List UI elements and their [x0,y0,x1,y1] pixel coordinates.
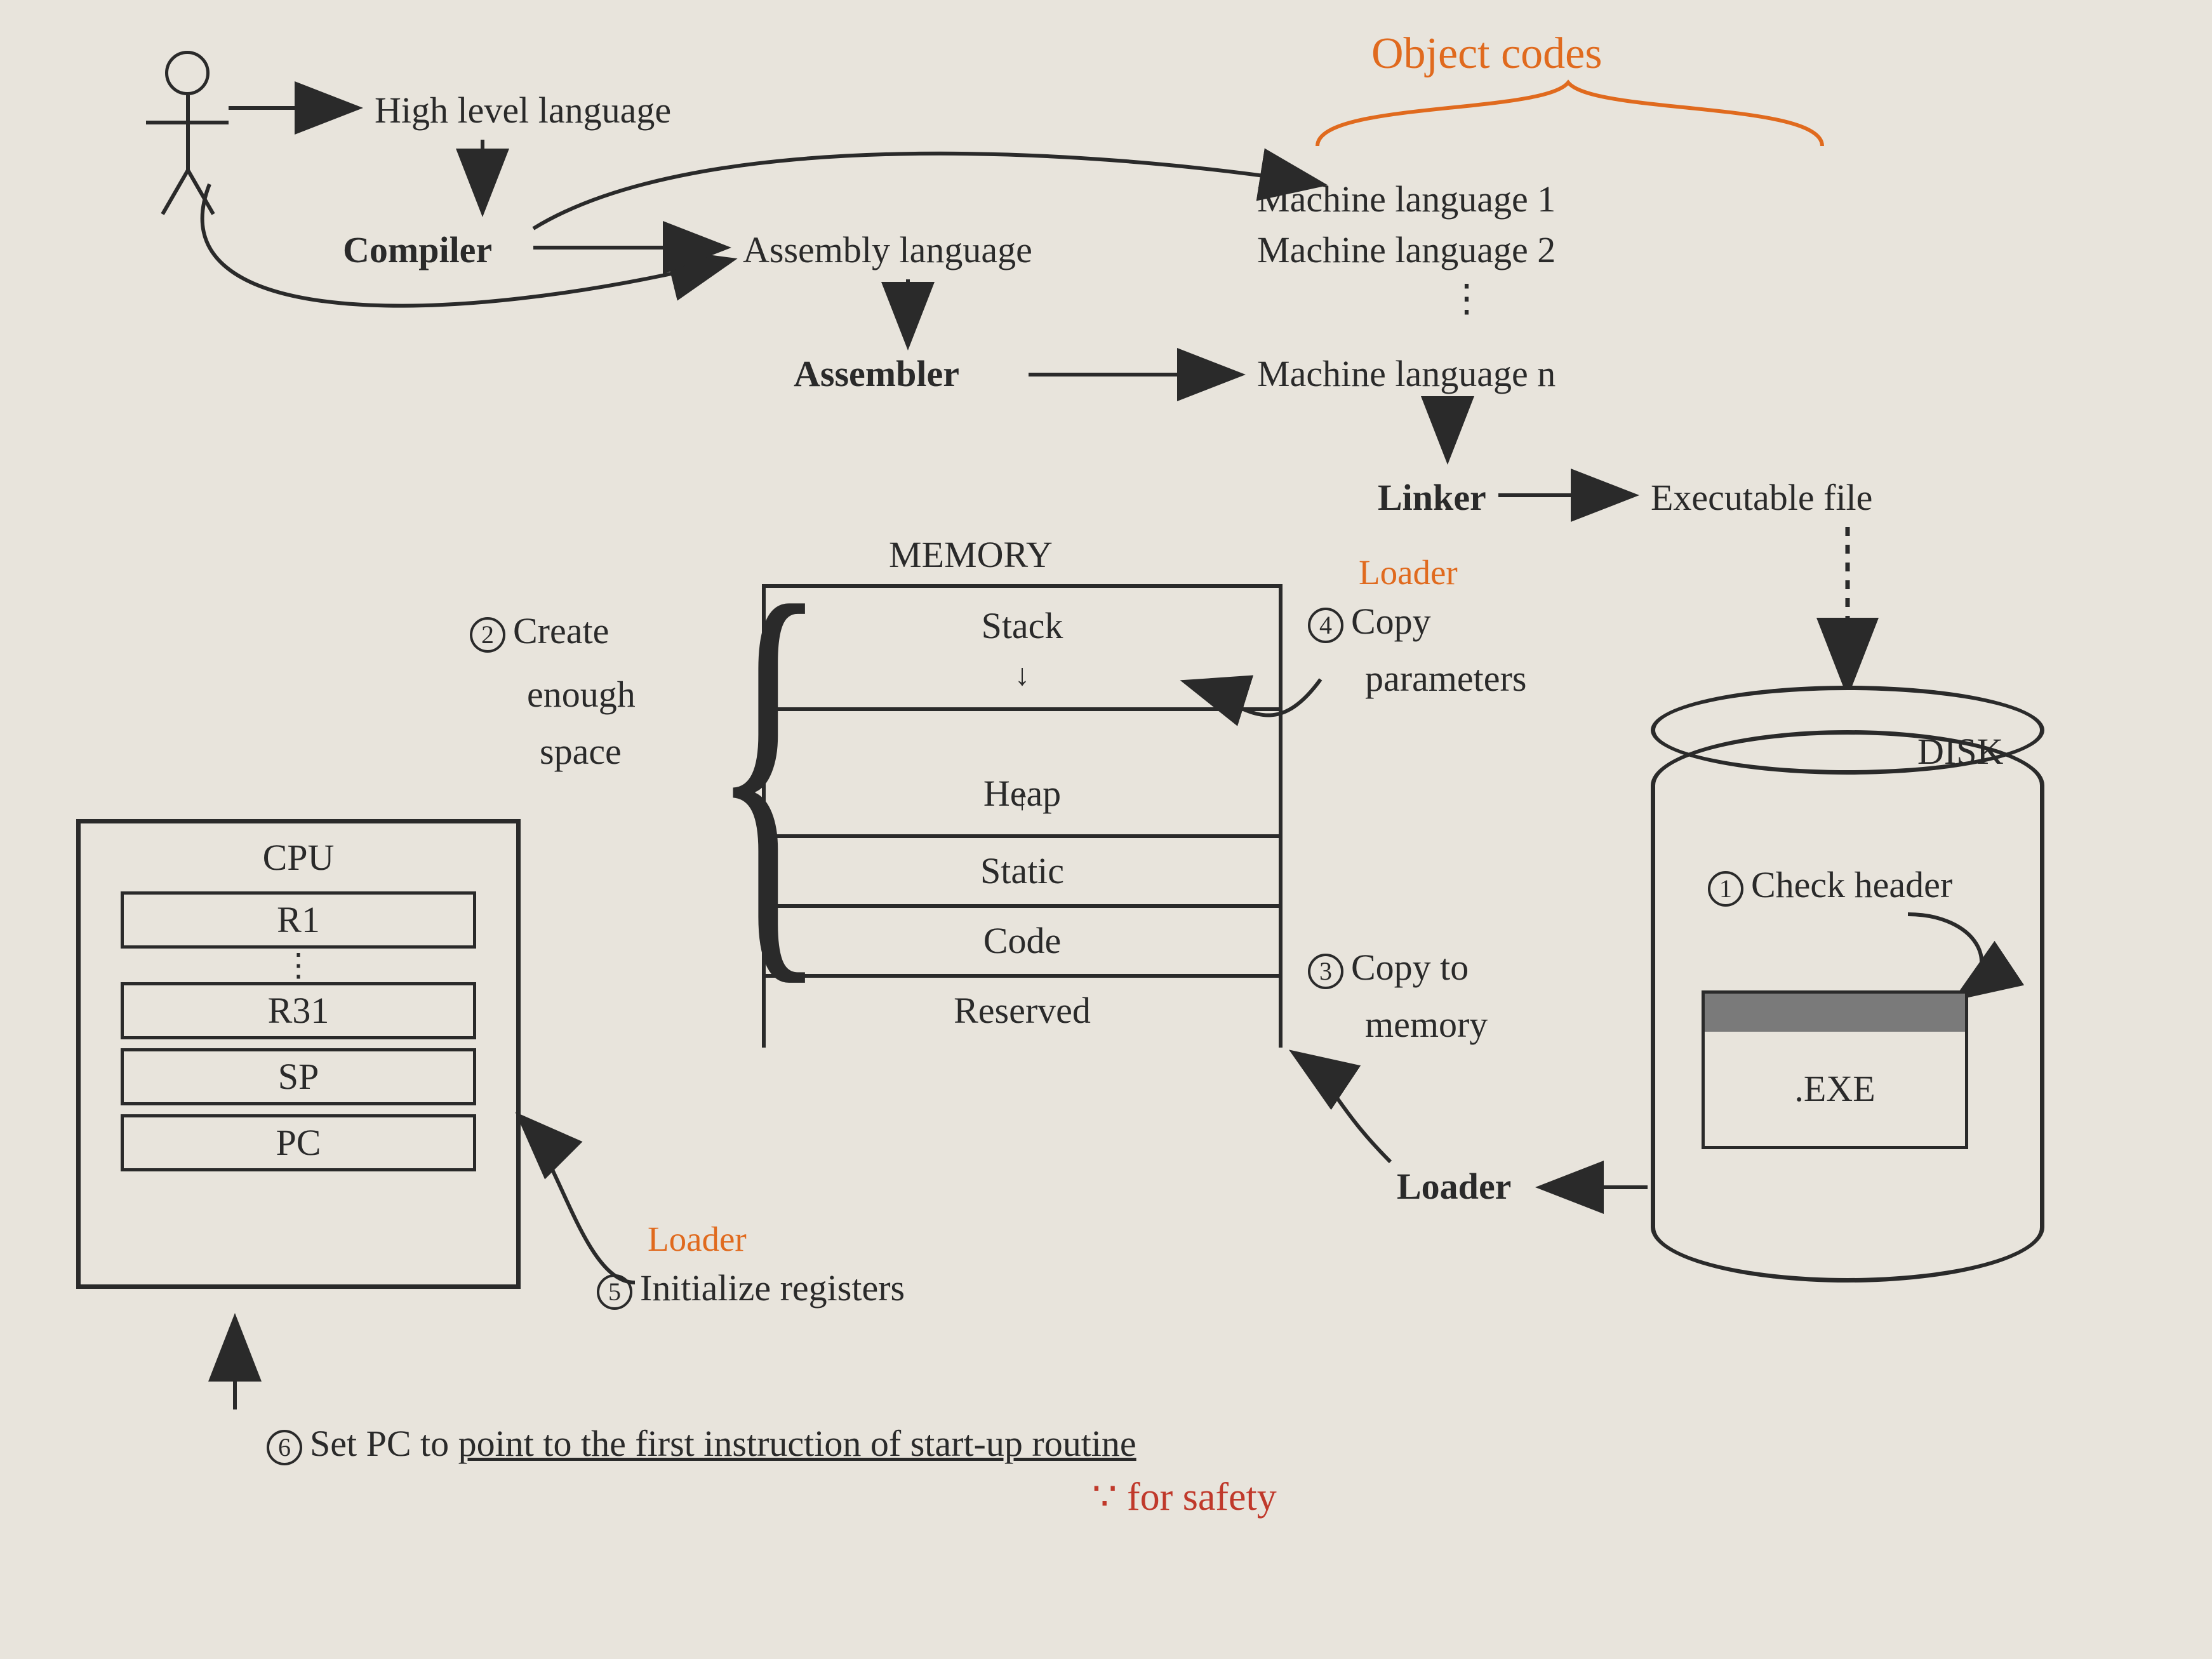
object-codes-annotation: Object codes [1371,29,1602,79]
step-4-text-b: parameters [1365,657,1526,700]
compiler-label: Compiler [343,229,492,271]
step-1-badge: 1 [1708,871,1743,907]
step-3-badge: 3 [1308,954,1343,989]
memory-title: MEMORY [889,533,1053,576]
for-safety-annotation: ∵ for safety [1092,1473,1277,1520]
memory-brace-icon: { [711,539,827,997]
step-1: 1Check header [1708,863,1952,907]
step-6-text: Set PC to point to the first instruction… [310,1423,1136,1464]
step-5: 5Initialize registers [597,1267,905,1310]
loader-annotation-2: Loader [648,1219,747,1259]
cpu-reg-sp: SP [121,1048,476,1105]
cpu-vdots-icon: ⋮ [100,957,497,973]
memory-row-stack: Stack ↓ [766,584,1279,711]
memory-stack-label: Stack [982,605,1063,646]
step-3-text-a: Copy to [1351,947,1469,988]
cpu-block: CPU R1 ⋮ R31 SP PC [76,819,521,1289]
memory-row-code: Code [766,908,1279,978]
step-2: 2Create [470,610,609,653]
exe-header-icon [1705,994,1965,1032]
machine-language-2-label: Machine language 2 [1257,229,1556,271]
machine-language-vdots-icon: ⋮ [1448,289,1486,308]
exe-label: .EXE [1705,1032,1965,1146]
memory-reserved-label: Reserved [954,990,1091,1031]
step-6-badge: 6 [267,1430,302,1465]
machine-language-n-label: Machine language n [1257,352,1556,395]
step-2-badge: 2 [470,617,505,653]
cpu-title: CPU [100,836,497,879]
exe-file-box: .EXE [1702,990,1968,1149]
step-4: 4Copy [1308,600,1431,643]
memory-row-reserved: Reserved [766,978,1279,1048]
user-body [186,95,190,171]
memory-row-heap: ↑ Heap [766,711,1279,838]
assembly-language-label: Assembly language [743,229,1032,271]
memory-code-label: Code [983,920,1061,961]
memory-block: Stack ↓ ↑ Heap Static Code Reserved [762,584,1283,1048]
step-6: 6Set PC to point to the first instructio… [267,1422,1136,1465]
disk-title: DISK [1917,730,2003,773]
step-2-text-b: enough [527,673,636,716]
step-1-text: Check header [1751,864,1952,905]
high-level-language-label: High level language [375,89,671,131]
assembler-label: Assembler [794,352,959,395]
step-2-text-c: space [540,730,622,773]
machine-language-1-label: Machine language 1 [1257,178,1556,220]
loader-label: Loader [1397,1165,1511,1208]
cpu-reg-r1: R1 [121,891,476,949]
cpu-reg-r31: R31 [121,982,476,1039]
step-5-badge: 5 [597,1274,632,1310]
executable-file-label: Executable file [1651,476,1872,519]
step-2-text-a: Create [513,610,609,651]
user-arms [146,121,229,124]
step-3: 3Copy to [1308,946,1469,989]
step-4-text-a: Copy [1351,601,1431,642]
loader-annotation-1: Loader [1359,552,1458,592]
step-5-text: Initialize registers [640,1267,905,1309]
user-head-icon [165,51,210,95]
cpu-reg-pc: PC [121,1114,476,1171]
linker-label: Linker [1378,476,1486,519]
step-4-badge: 4 [1308,608,1343,643]
step-3-text-b: memory [1365,1003,1488,1046]
